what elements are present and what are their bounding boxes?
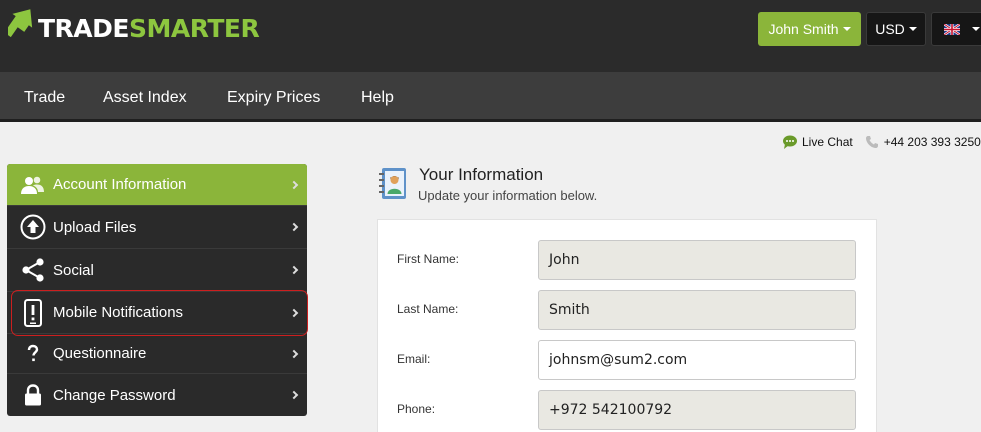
question-icon <box>20 341 46 367</box>
phone-number: +44 203 393 3250 <box>883 135 981 149</box>
sidebar-item-label: Social <box>53 261 94 279</box>
form-row-email: Email: johnsm@sum2.com <box>378 340 878 380</box>
top-bar: TRADESMARTER John Smith USD <box>0 0 981 72</box>
sidebar-item-label: Change Password <box>53 386 176 404</box>
sidebar-item-mobile-notifications[interactable]: Mobile Notifications <box>7 292 307 334</box>
form-row-phone: Phone: +972 542100792 <box>378 390 878 430</box>
email-label: Email: <box>397 352 431 366</box>
user-menu-button[interactable]: John Smith <box>758 12 861 46</box>
logo-text: TRADESMARTER <box>38 13 260 43</box>
language-button[interactable] <box>931 12 981 46</box>
sidebar-item-questionnaire[interactable]: Questionnaire <box>7 334 307 374</box>
chevron-right-icon <box>289 308 299 317</box>
account-sidebar: Account Information Upload Files Social <box>7 164 308 416</box>
caret-down-icon <box>842 27 851 31</box>
last-name-field[interactable]: Smith <box>538 290 856 330</box>
contact-bar: Live Chat +44 203 393 3250 <box>782 133 981 151</box>
email-field[interactable]: johnsm@sum2.com <box>538 340 856 380</box>
share-icon <box>20 257 46 283</box>
nav-trade[interactable]: Trade <box>24 72 65 122</box>
chevron-right-icon <box>289 180 299 189</box>
contact-card-icon <box>379 168 406 199</box>
user-menu-label: John Smith <box>768 21 839 37</box>
sidebar-item-label: Upload Files <box>53 218 137 236</box>
sidebar-item-account-information[interactable]: Account Information <box>7 164 307 206</box>
currency-button[interactable]: USD <box>866 12 926 46</box>
nav-asset-index[interactable]: Asset Index <box>103 72 187 122</box>
sidebar-item-social[interactable]: Social <box>7 249 307 292</box>
chevron-right-icon <box>289 265 299 275</box>
caret-down-icon <box>908 27 917 31</box>
logo-text-trade: TRADE <box>38 13 129 43</box>
sidebar-item-upload-files[interactable]: Upload Files <box>7 206 307 249</box>
phone-field[interactable]: +972 542100792 <box>538 390 856 430</box>
page-title: Your Information <box>419 165 544 184</box>
sidebar-item-label: Account Information <box>53 176 187 193</box>
upload-icon <box>20 214 46 240</box>
tradesmarter-logo[interactable]: TRADESMARTER <box>8 4 260 44</box>
phone-icon <box>865 136 878 148</box>
first-name-label: First Name: <box>397 252 460 266</box>
logo-arrow-icon <box>8 9 33 38</box>
chevron-right-icon <box>289 349 299 358</box>
form-row-last-name: Last Name: Smith <box>378 290 878 330</box>
sidebar-item-change-password[interactable]: Change Password <box>7 374 307 416</box>
form-row-first-name: First Name: John <box>378 240 878 280</box>
page-subtitle: Update your information below. <box>418 188 598 203</box>
users-icon <box>20 172 46 198</box>
currency-label: USD <box>875 21 905 37</box>
lock-icon <box>20 382 46 408</box>
sidebar-item-label: Questionnaire <box>53 345 147 362</box>
nav-expiry-prices[interactable]: Expiry Prices <box>227 72 320 122</box>
logo-text-smarter: SMARTER <box>128 13 260 43</box>
sidebar-item-label: Mobile Notifications <box>53 304 184 321</box>
live-chat-link[interactable]: Live Chat <box>802 135 853 149</box>
main-nav: Trade Asset Index Expiry Prices Help <box>0 72 981 122</box>
chevron-right-icon <box>289 390 299 400</box>
last-name-label: Last Name: <box>397 302 459 316</box>
first-name-field[interactable]: John <box>538 240 856 280</box>
nav-help[interactable]: Help <box>361 72 394 122</box>
mobile-alert-icon <box>20 298 46 327</box>
live-chat-icon <box>783 135 797 149</box>
account-info-form: First Name: John Last Name: Smith Email:… <box>377 219 877 432</box>
caret-down-icon <box>972 27 980 31</box>
chevron-right-icon <box>289 222 299 232</box>
phone-label: Phone: <box>397 402 436 416</box>
uk-flag-icon <box>944 23 960 35</box>
